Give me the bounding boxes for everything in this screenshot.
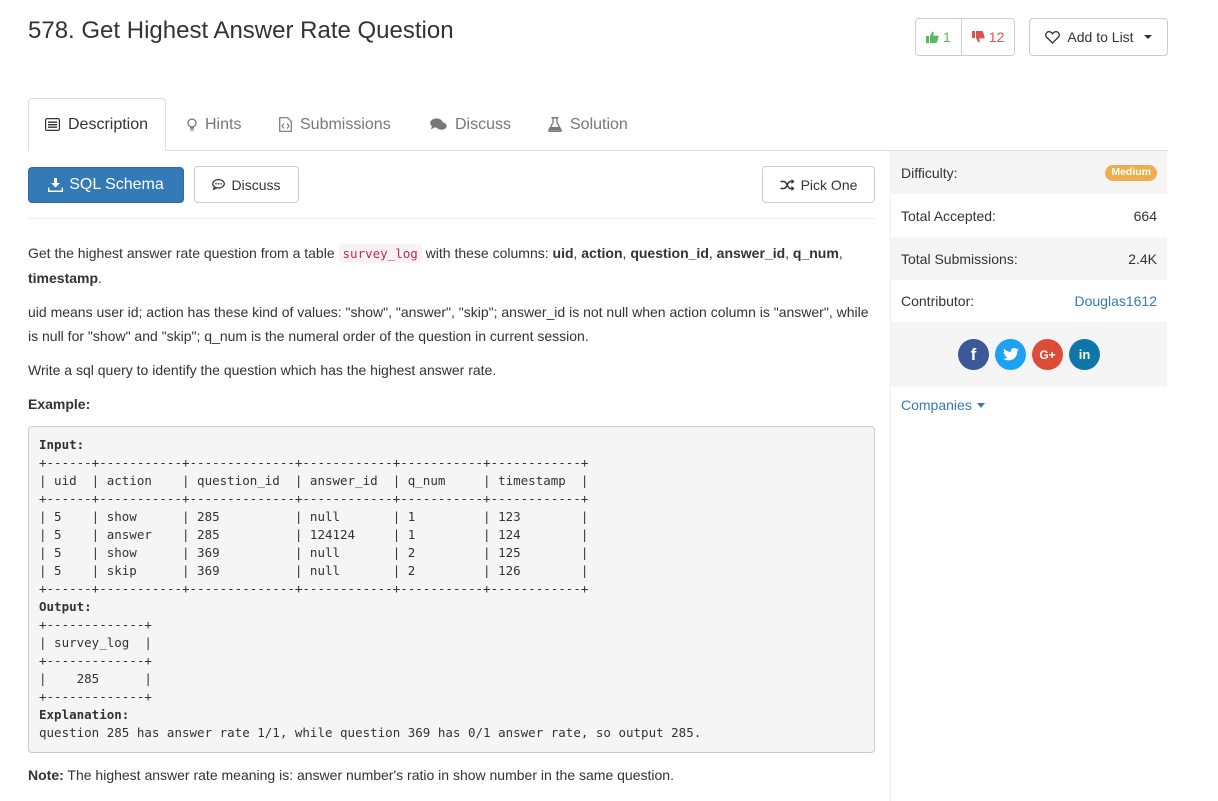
tab-label: Hints <box>205 115 242 133</box>
input-table: +------+-----------+--------------+-----… <box>39 455 589 596</box>
twitter-bird-icon <box>1002 348 1019 361</box>
note-label: Note: <box>28 767 64 783</box>
thumbs-up-icon <box>926 31 939 43</box>
difficulty-label: Difficulty: <box>901 164 958 181</box>
sql-schema-button[interactable]: SQL Schema <box>28 167 184 203</box>
column-action: action <box>581 245 623 261</box>
facebook-icon[interactable]: f <box>958 339 989 370</box>
upvote-count: 1 <box>943 29 951 45</box>
intro-text: Get the highest answer rate question fro… <box>28 245 339 261</box>
shuffle-icon <box>780 178 795 191</box>
submissions-value: 2.4K <box>1128 250 1157 267</box>
tab-label: Solution <box>570 115 628 133</box>
flask-icon <box>548 117 562 132</box>
code-file-icon <box>279 117 292 132</box>
tab-discuss[interactable]: Discuss <box>430 98 511 151</box>
social-share-row: f G+ in <box>891 322 1167 387</box>
column-q-num: q_num <box>792 245 839 261</box>
example-block: Input: +------+-----------+-------------… <box>28 426 875 753</box>
column-answer-id: answer_id <box>716 245 786 261</box>
add-to-list-label: Add to List <box>1067 29 1134 45</box>
lightbulb-icon <box>187 117 197 131</box>
discuss-label: Discuss <box>231 176 281 193</box>
downvote-button[interactable]: 12 <box>960 19 1015 55</box>
tab-label: Submissions <box>300 115 391 133</box>
contributor-row: Contributor: Douglas1612 <box>891 279 1167 322</box>
table-name-code: survey_log <box>338 244 422 263</box>
twitter-icon[interactable] <box>995 339 1026 370</box>
explanation-text: question 285 has answer rate 1/1, while … <box>39 725 702 740</box>
submissions-row: Total Submissions: 2.4K <box>891 237 1167 280</box>
tab-submissions[interactable]: Submissions <box>279 98 391 151</box>
difficulty-row: Difficulty: Medium <box>891 151 1167 194</box>
explanation-label: Explanation: <box>39 707 130 722</box>
vote-group: 1 12 <box>915 18 1016 56</box>
task-paragraph: Write a sql query to identify the questi… <box>28 362 497 378</box>
companies-dropdown[interactable]: Companies <box>901 397 985 413</box>
thumbs-down-icon <box>971 31 985 43</box>
contributor-link[interactable]: Douglas1612 <box>1074 293 1157 309</box>
contributor-label: Contributor: <box>901 292 975 309</box>
discuss-button[interactable]: Discuss <box>194 166 299 203</box>
intro-text-mid: with these columns: <box>421 245 553 261</box>
submissions-label: Total Submissions: <box>901 250 1018 267</box>
heart-icon <box>1045 30 1061 44</box>
upvote-button[interactable]: 1 <box>916 19 961 55</box>
chevron-down-icon <box>1143 35 1152 39</box>
google-plus-icon[interactable]: G+ <box>1032 339 1063 370</box>
tab-label: Discuss <box>455 115 512 133</box>
content-divider <box>28 218 875 219</box>
accepted-label: Total Accepted: <box>901 207 996 224</box>
tab-description[interactable]: Description <box>28 98 166 151</box>
note-paragraph: Note: The highest answer rate meaning is… <box>28 764 878 786</box>
columns-explanation: uid means user id; action has these kind… <box>28 304 869 344</box>
pick-one-button[interactable]: Pick One <box>762 166 875 203</box>
example-heading: Example: <box>28 396 91 412</box>
note-text: The highest answer rate meaning is: answ… <box>63 767 674 783</box>
download-icon <box>48 178 64 192</box>
sql-schema-label: SQL Schema <box>69 176 164 193</box>
tab-label: Description <box>68 115 149 133</box>
accepted-row: Total Accepted: 664 <box>891 194 1167 237</box>
difficulty-badge: Medium <box>1105 164 1157 181</box>
input-label: Input: <box>39 437 85 452</box>
companies-label: Companies <box>901 397 972 413</box>
accepted-value: 664 <box>1133 207 1157 224</box>
tab-solution[interactable]: Solution <box>548 98 628 151</box>
page-title: 578. Get Highest Answer Rate Question <box>28 17 454 44</box>
list-alt-icon <box>45 118 60 131</box>
add-to-list-button[interactable]: Add to List <box>1029 18 1168 56</box>
output-table: +-------------+ | survey_log | +--------… <box>39 617 152 704</box>
linkedin-icon[interactable]: in <box>1069 339 1100 370</box>
downvote-count: 12 <box>988 29 1005 45</box>
chevron-down-icon <box>976 402 985 408</box>
column-question-id: question_id <box>630 245 709 261</box>
output-label: Output: <box>39 599 92 614</box>
intro-paragraph: Get the highest answer rate question fro… <box>28 244 843 286</box>
column-uid: uid <box>552 245 574 261</box>
column-timestamp: timestamp <box>28 270 99 286</box>
comment-icon <box>212 179 226 190</box>
comments-icon <box>430 118 447 130</box>
problem-description: Get the highest answer rate question fro… <box>28 241 878 426</box>
tab-hints[interactable]: Hints <box>187 98 241 151</box>
pick-one-label: Pick One <box>800 176 858 193</box>
